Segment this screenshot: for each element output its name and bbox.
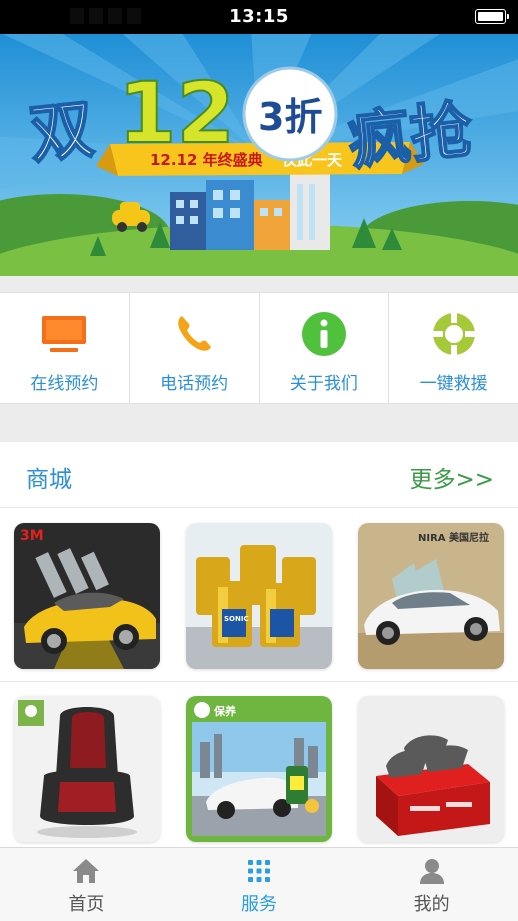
menu-phone-booking[interactable]: 电话预约	[130, 293, 260, 403]
tab-home[interactable]: 首页	[0, 848, 173, 921]
bottom-tab-bar: 首页 服务 我的	[0, 847, 518, 921]
product-image: NIRA 美国尼拉	[358, 523, 504, 669]
menu-online-booking[interactable]: 在线预约	[0, 293, 130, 403]
product-image: 3M	[14, 523, 160, 669]
menu-label: 一键救援	[419, 374, 488, 394]
product-card-brake-pads[interactable]	[358, 696, 504, 842]
product-card-3m-film[interactable]: 3M	[14, 523, 160, 669]
product-image: 保养	[186, 696, 332, 842]
product-brand: 3M	[20, 528, 44, 544]
product-brand: SONIC	[224, 615, 249, 623]
mall-title: 商城	[26, 467, 72, 493]
product-brand: NIRA 美国尼拉	[418, 531, 489, 544]
tab-label: 服务	[241, 894, 277, 915]
lifebuoy-icon	[432, 313, 475, 355]
tab-label: 我的	[413, 894, 450, 915]
menu-label: 在线预约	[30, 374, 99, 394]
tab-services[interactable]: 服务	[173, 848, 346, 921]
home-icon	[73, 859, 100, 883]
product-card-child-seat[interactable]	[14, 696, 160, 842]
menu-rescue[interactable]: 一键救援	[389, 293, 518, 403]
banner-headline-left: 双	[26, 93, 97, 173]
tab-profile[interactable]: 我的	[345, 848, 518, 921]
status-time: 13:15	[229, 6, 289, 27]
status-bar: 13:15	[0, 0, 518, 34]
grid-icon	[248, 860, 270, 882]
product-image	[14, 696, 160, 842]
user-icon	[419, 859, 444, 884]
tab-label: 首页	[68, 894, 105, 915]
banner-headline-right: 疯抢	[345, 93, 477, 179]
promo-banner[interactable]: 12.12 年终盛典 仅此一天 双 12 3折 疯抢	[0, 34, 518, 276]
banner-discount: 3折	[258, 95, 322, 139]
banner-headline-num: 12	[118, 64, 235, 162]
mall-section: 商城 更多>> 3M SONIC NIRA 美国尼拉 保养	[0, 442, 518, 847]
battery-icon	[475, 9, 509, 24]
menu-label: 关于我们	[289, 374, 358, 394]
mall-header: 商城 更多>>	[0, 442, 518, 508]
product-card-nira-film[interactable]: NIRA 美国尼拉	[358, 523, 504, 669]
product-image	[358, 696, 504, 842]
menu-label: 电话预约	[160, 374, 229, 394]
phone-icon	[178, 316, 212, 351]
product-card-car-care[interactable]: 保养	[186, 696, 332, 842]
quick-menu: 在线预约 电话预约 关于我们 一键救援	[0, 292, 518, 404]
row-divider	[0, 681, 518, 682]
product-card-engine-oil[interactable]: SONIC	[186, 523, 332, 669]
banner-illustration: 12.12 年终盛典 仅此一天 双 12 3折 疯抢	[0, 34, 518, 276]
tv-icon	[42, 316, 87, 352]
mall-more-link[interactable]: 更多>>	[409, 460, 494, 494]
info-icon	[301, 312, 346, 356]
menu-about-us[interactable]: 关于我们	[260, 293, 390, 403]
product-brand: 保养	[213, 704, 237, 718]
product-image: SONIC	[186, 523, 332, 669]
